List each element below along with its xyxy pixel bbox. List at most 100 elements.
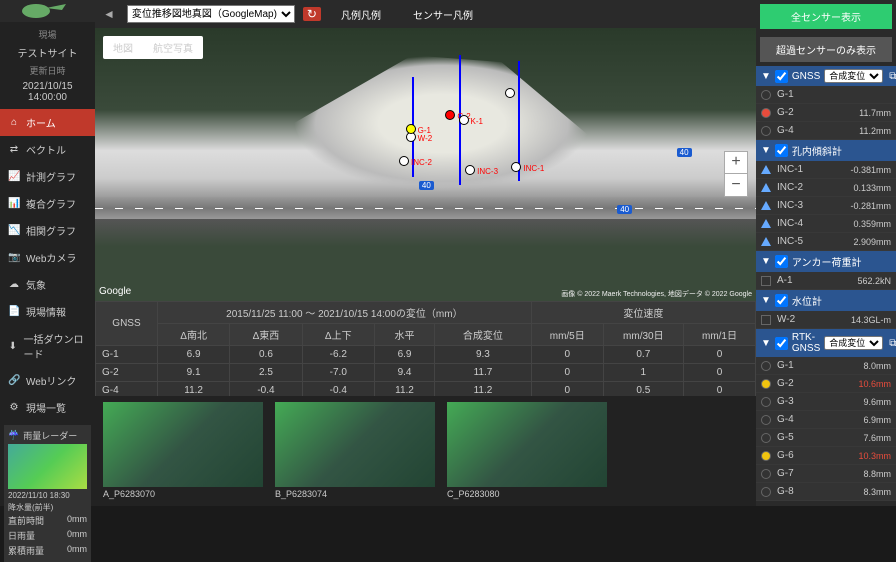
- sensor-row[interactable]: G-210.6mm: [756, 375, 896, 393]
- sidebar-right: 全センサー表示 超過センサーのみ表示 ▼ GNSS合成変位⧉G-1G-211.7…: [756, 0, 896, 506]
- panel-header[interactable]: ▼ GNSS合成変位⧉: [756, 66, 896, 86]
- popout-icon[interactable]: ⧉: [889, 71, 896, 82]
- prev-chevron-icon[interactable]: ◄: [99, 7, 119, 21]
- sensor-marker[interactable]: [505, 88, 515, 98]
- map-select[interactable]: 変位推移図地真図（GoogleMap): [127, 5, 295, 23]
- menu-8[interactable]: ⬇一括ダウンロード: [0, 325, 95, 367]
- sensor-row[interactable]: INC-3-0.281mm: [756, 197, 896, 215]
- satellite-btn[interactable]: 航空写真: [143, 36, 203, 59]
- sensor-legend-link[interactable]: センサー凡例: [401, 7, 485, 22]
- rain-radar: ☔雨量レーダー 2022/11/10 18:30 降水量(前半) 直前時間0mm…: [4, 425, 91, 562]
- sensor-row[interactable]: INC-20.133mm: [756, 179, 896, 197]
- legend-link[interactable]: 凡例凡例: [329, 7, 393, 22]
- menu-label: 計測グラフ: [26, 169, 76, 184]
- menu-2[interactable]: 📈 計測グラフ: [0, 163, 95, 190]
- data-table-wrap: GNSS2015/11/25 11:00 ～ 2021/10/15 14:00の…: [95, 301, 756, 396]
- panel-header[interactable]: ▼ 水位計: [756, 290, 896, 311]
- sensor-marker-icon: [761, 451, 771, 461]
- map-attribution: 画像 © 2022 Maerk Technologies, 地図データ © 20…: [561, 289, 752, 299]
- date-label: 更新日時: [4, 62, 91, 79]
- popout-icon[interactable]: ⧉: [889, 338, 896, 349]
- sensor-marker-icon: [761, 487, 771, 497]
- thumbnail[interactable]: C_P6283080: [447, 402, 607, 500]
- sensor-marker[interactable]: [406, 124, 416, 134]
- sensor-row[interactable]: G-46.9mm: [756, 411, 896, 429]
- table-row: G-411.2-0.4-0.411.211.200.50: [96, 382, 756, 397]
- sensor-row[interactable]: G-18.0mm: [756, 357, 896, 375]
- map-btn[interactable]: 地図: [103, 36, 143, 59]
- thumbnail[interactable]: A_P6283070: [103, 402, 263, 500]
- collapse-icon[interactable]: ▼: [761, 145, 771, 156]
- logo: [0, 0, 95, 22]
- menu-10[interactable]: ⚙ 現場一覧: [0, 394, 95, 421]
- rain-title: 雨量レーダー: [23, 429, 77, 442]
- menu-6[interactable]: ☁気象: [0, 271, 95, 298]
- sensor-marker[interactable]: [465, 165, 475, 175]
- menu-1[interactable]: ⇄ベクトル: [0, 136, 95, 163]
- sensor-row[interactable]: A-1562.2kN: [756, 272, 896, 290]
- sensor-row[interactable]: G-57.6mm: [756, 429, 896, 447]
- panel-header[interactable]: ▼ RTK-GNSS合成変位⧉: [756, 329, 896, 357]
- map-type-toggle: 地図 航空写真: [103, 36, 203, 59]
- sensor-row[interactable]: G-1: [756, 86, 896, 104]
- sensor-marker-icon: [761, 276, 771, 286]
- panel-checkbox[interactable]: [775, 255, 788, 268]
- sensor-marker[interactable]: [459, 115, 469, 125]
- refresh-icon[interactable]: ↻: [303, 7, 321, 21]
- collapse-icon[interactable]: ▼: [761, 295, 771, 306]
- menu-3[interactable]: 📊複合グラフ: [0, 190, 95, 217]
- sensor-row[interactable]: INC-1-0.381mm: [756, 161, 896, 179]
- panel-header[interactable]: ▼ アンカー荷重計: [756, 251, 896, 272]
- sensor-row[interactable]: W-214.3GL-m: [756, 311, 896, 329]
- panel-select[interactable]: 合成変位: [824, 336, 883, 350]
- data-table: GNSS2015/11/25 11:00 ～ 2021/10/15 14:00の…: [95, 301, 756, 396]
- sensor-row[interactable]: G-88.3mm: [756, 483, 896, 501]
- map[interactable]: 地図 航空写真 40 40 40 W-2G-2K-1G-1INC-2INC-3I…: [95, 28, 756, 301]
- menu-icon: ⚙: [8, 402, 20, 413]
- sensor-marker-icon: [761, 90, 771, 100]
- show-all-button[interactable]: 全センサー表示: [760, 4, 892, 29]
- panel-checkbox[interactable]: [775, 144, 788, 157]
- panel-checkbox[interactable]: [775, 337, 788, 350]
- topbar: ◄ 変位推移図地真図（GoogleMap) ↻ 凡例凡例 センサー凡例: [95, 0, 756, 28]
- sensor-row[interactable]: G-610.3mm: [756, 447, 896, 465]
- collapse-icon[interactable]: ▼: [761, 256, 771, 267]
- show-exceed-button[interactable]: 超過センサーのみ表示: [760, 37, 892, 62]
- sensor-label: INC-3: [477, 167, 498, 176]
- menu-icon: ⌂: [8, 117, 20, 128]
- collapse-icon[interactable]: ▼: [761, 338, 771, 349]
- panel-header[interactable]: ▼ 孔内傾斜計: [756, 140, 896, 161]
- rain-ts: 2022/11/10 18:30: [8, 491, 87, 500]
- sensor-marker-icon: [761, 237, 771, 246]
- site-info: 現場 テストサイト 更新日時 2021/10/15 14:00:00: [0, 22, 95, 109]
- rain-map-image: [8, 444, 87, 489]
- menu-7[interactable]: 📄現場情報: [0, 298, 95, 325]
- sensor-row[interactable]: G-39.6mm: [756, 393, 896, 411]
- menu-icon: ⇄: [8, 144, 20, 155]
- menu-9[interactable]: 🔗Webリンク: [0, 367, 95, 394]
- zoom-out-button[interactable]: −: [725, 174, 747, 196]
- map-canvas[interactable]: 40 40 40 W-2G-2K-1G-1INC-2INC-3INC-1: [95, 28, 756, 301]
- sensor-marker-icon: [761, 108, 771, 118]
- menu-4[interactable]: 📉相関グラフ: [0, 217, 95, 244]
- zoom-in-button[interactable]: +: [725, 152, 747, 174]
- menu-5[interactable]: 📷Webカメラ: [0, 244, 95, 271]
- sensor-row[interactable]: G-211.7mm: [756, 104, 896, 122]
- site-name: テストサイト: [4, 43, 91, 62]
- panel-checkbox[interactable]: [775, 70, 788, 83]
- sensor-row[interactable]: G-411.2mm: [756, 122, 896, 140]
- menu-icon: 📈: [8, 171, 20, 182]
- panel-checkbox[interactable]: [775, 294, 788, 307]
- collapse-icon[interactable]: ▼: [761, 71, 771, 82]
- sensor-row[interactable]: INC-52.909mm: [756, 233, 896, 251]
- menu-label: 現場一覧: [26, 400, 66, 415]
- thumbnail[interactable]: B_P6283074: [275, 402, 435, 500]
- sensor-row[interactable]: G-78.8mm: [756, 465, 896, 483]
- sensor-row[interactable]: INC-40.359mm: [756, 215, 896, 233]
- sensor-label: INC-1: [523, 164, 544, 173]
- panel-select[interactable]: 合成変位: [824, 69, 883, 83]
- menu-0[interactable]: ⌂ホーム: [0, 109, 95, 136]
- menu-label: 一括ダウンロード: [24, 331, 87, 361]
- menu-icon: 📷: [8, 252, 20, 263]
- menu-icon: 📄: [8, 306, 20, 317]
